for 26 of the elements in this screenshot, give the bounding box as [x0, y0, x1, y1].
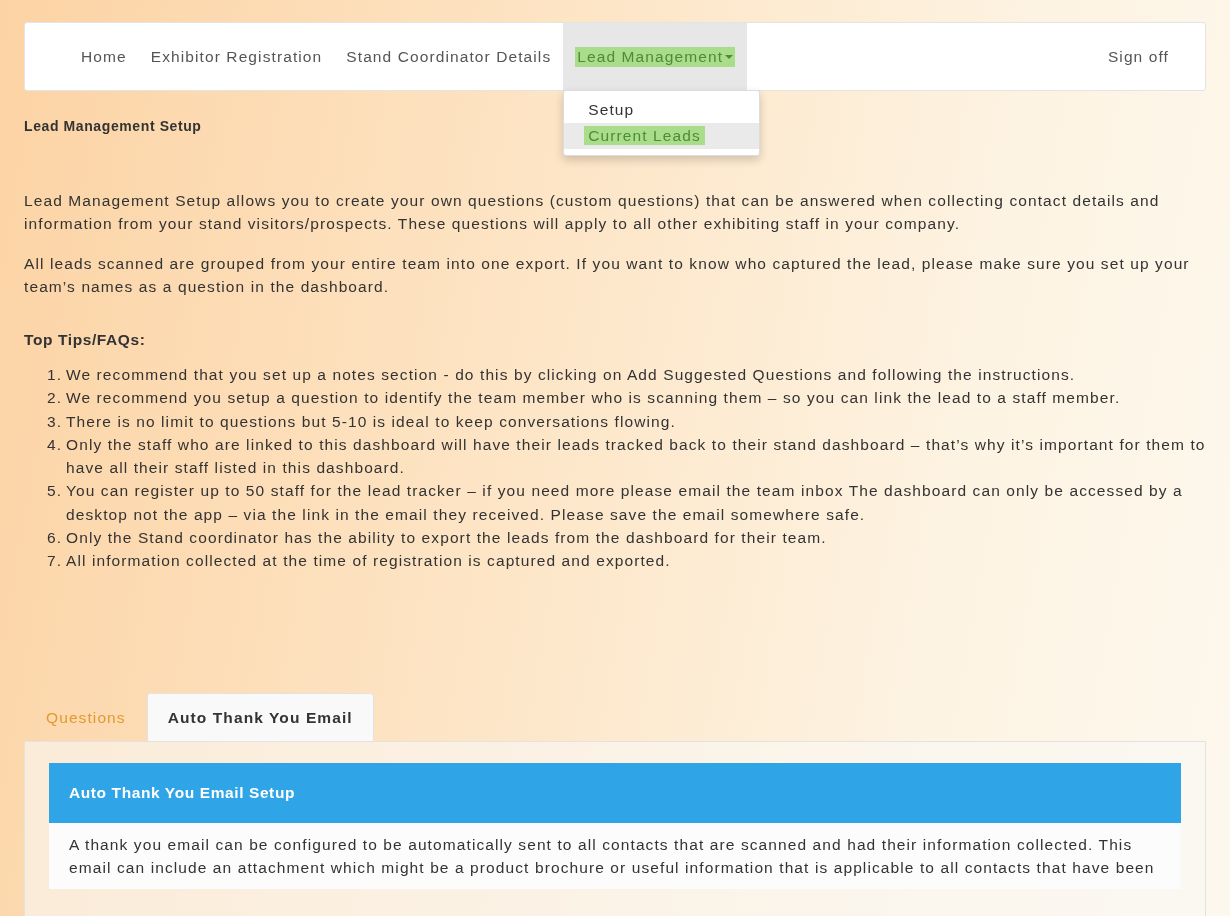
nav-link[interactable]: Exhibitor Registration	[138, 23, 335, 90]
list-text: We recommend that you set up a notes section - do this by clicking on Add Suggested Questions and following the instructions.	[66, 365, 1076, 385]
paragraph: All leads scanned are grouped from your entire team into one export. If you want to know who captured the lead, please make sure you set up your team’s names as a question in the dashboard.	[24, 254, 1191, 297]
nav-link[interactable]: Home	[69, 23, 139, 90]
list-text: There is no limit to questions but 5-10 is ideal to keep conversations flowing.	[66, 411, 676, 432]
list-text: You can register up to 50 staff for the lead tracker – if you need more please email the team inbox The dashboard can only be accessed by a desktop not the app – via the link in the email they received. Please save the email somewhere safe.	[66, 481, 1184, 525]
menu-item[interactable]: Setup	[564, 97, 760, 123]
list-number: 5.	[47, 481, 64, 502]
list-text: All information collected at the time of registration is captured and exported.	[66, 551, 671, 572]
list-text: We recommend you setup a question to identify the team member who is scanning them – so you can link the lead to a staff member.	[66, 388, 1121, 409]
panel-text: A thank you email can be configured to be automatically sent to all contacts that are scanned and had their information collected. This email can include an attachment which might be a product brochure or useful information that is applicable to all contacts that have been	[49, 822, 1181, 889]
tab[interactable]: Auto Thank You Email	[146, 692, 374, 741]
sign-off-link[interactable]: Sign off	[1095, 23, 1181, 90]
section-title: Top Tips/FAQs:	[24, 332, 147, 348]
list-number: 3.	[47, 411, 64, 432]
list-text: Only the staff who are linked to this dashboard will have their leads tracked back to their stand dashboard – that’s why it’s important for them to have all their staff listed in this dashboard.	[66, 434, 1206, 479]
list-number: 6.	[47, 528, 64, 549]
paragraph: Lead Management Setup allows you to create your own questions (custom questions) that can be answered when collecting contact details and information from your stand visitors/prospects. These questions will apply to all other exhibiting staff in your company.	[24, 191, 1161, 234]
panel-header: Auto Thank You Email Setup	[49, 762, 1181, 823]
list-number: 4.	[47, 434, 64, 455]
list-number: 1.	[47, 365, 64, 385]
list-text: Only the Stand coordinator has the ability to export the leads from the dashboard for their team.	[66, 528, 827, 549]
nav-link[interactable]: Stand Coordinator Details	[334, 23, 564, 90]
page-title: Lead Management Setup	[24, 118, 203, 134]
list-number: 2.	[47, 388, 64, 409]
list-number: 7.	[47, 551, 64, 572]
